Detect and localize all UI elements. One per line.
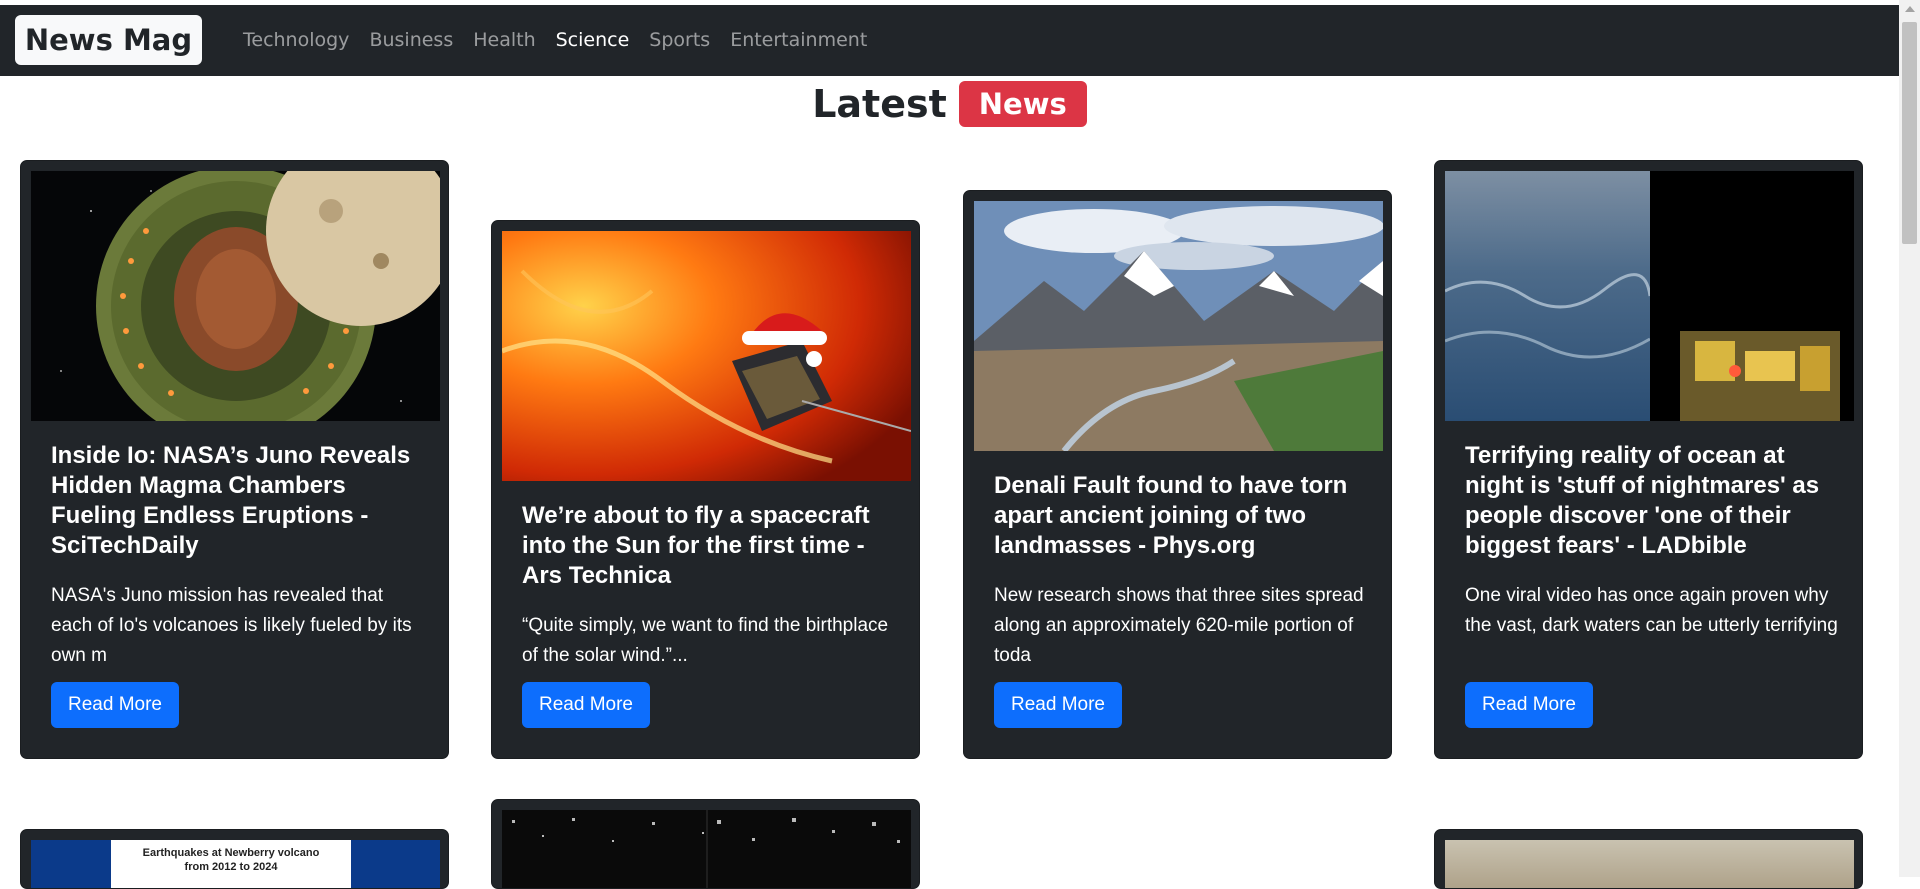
- vertical-scrollbar[interactable]: [1899, 0, 1920, 877]
- ocean-night-image: [1445, 171, 1854, 421]
- heading-text: Latest: [812, 82, 947, 126]
- card-description: NASA's Juno mission has revealed that ea…: [51, 585, 412, 666]
- card-title[interactable]: Inside Io: NASA’s Juno Reveals Hidden Ma…: [51, 441, 426, 561]
- card-description: One viral video has once again proven wh…: [1465, 585, 1838, 636]
- news-card: [491, 799, 920, 889]
- sun-probe-image: [502, 231, 911, 481]
- card-description: “Quite simply, we want to find the birth…: [522, 615, 889, 666]
- earthquake-chart-image: Earthquakes at Newberry volcano from 201…: [31, 840, 440, 888]
- nav-link-sports[interactable]: Sports: [639, 5, 720, 76]
- nav-link-entertainment[interactable]: Entertainment: [720, 5, 877, 76]
- mountains-image: [974, 201, 1383, 451]
- chart-caption-line2: from 2012 to 2024: [184, 861, 278, 873]
- read-more-button[interactable]: Read More: [522, 682, 650, 728]
- news-card: Terrifying reality of ocean at night is …: [1434, 160, 1863, 759]
- read-more-button[interactable]: Read More: [1465, 682, 1593, 728]
- news-card: We’re about to fly a spacecraft into the…: [491, 220, 920, 759]
- news-card: Earthquakes at Newberry volcano from 201…: [20, 829, 449, 889]
- landscape-image: [1445, 840, 1854, 888]
- io-moon-image: [31, 171, 440, 421]
- news-card: [1434, 829, 1863, 889]
- noise-image: [502, 810, 911, 888]
- page-heading: Latest News: [0, 78, 1899, 130]
- nav-link-business[interactable]: Business: [359, 5, 463, 76]
- brand-logo[interactable]: News Mag: [15, 15, 202, 65]
- read-more-button[interactable]: Read More: [994, 682, 1122, 728]
- nav-link-science[interactable]: Science: [546, 5, 640, 76]
- scroll-up-arrow-icon[interactable]: [1905, 6, 1915, 12]
- chart-caption-line1: Earthquakes at Newberry volcano: [142, 847, 320, 859]
- scroll-thumb[interactable]: [1902, 22, 1917, 244]
- nav-link-technology[interactable]: Technology: [233, 5, 359, 76]
- nav-links: Technology Business Health Science Sport…: [233, 5, 877, 76]
- navbar: News Mag Technology Business Health Scie…: [0, 5, 1899, 76]
- card-title[interactable]: Denali Fault found to have torn apart an…: [994, 471, 1369, 561]
- card-title[interactable]: We’re about to fly a spacecraft into the…: [522, 501, 897, 591]
- heading-badge: News: [958, 81, 1087, 127]
- news-card: Inside Io: NASA’s Juno Reveals Hidden Ma…: [20, 160, 449, 759]
- read-more-button[interactable]: Read More: [51, 682, 179, 728]
- card-description: New research shows that three sites spre…: [994, 585, 1364, 666]
- card-title[interactable]: Terrifying reality of ocean at night is …: [1465, 441, 1840, 561]
- nav-link-health[interactable]: Health: [463, 5, 545, 76]
- news-card: Denali Fault found to have torn apart an…: [963, 190, 1392, 759]
